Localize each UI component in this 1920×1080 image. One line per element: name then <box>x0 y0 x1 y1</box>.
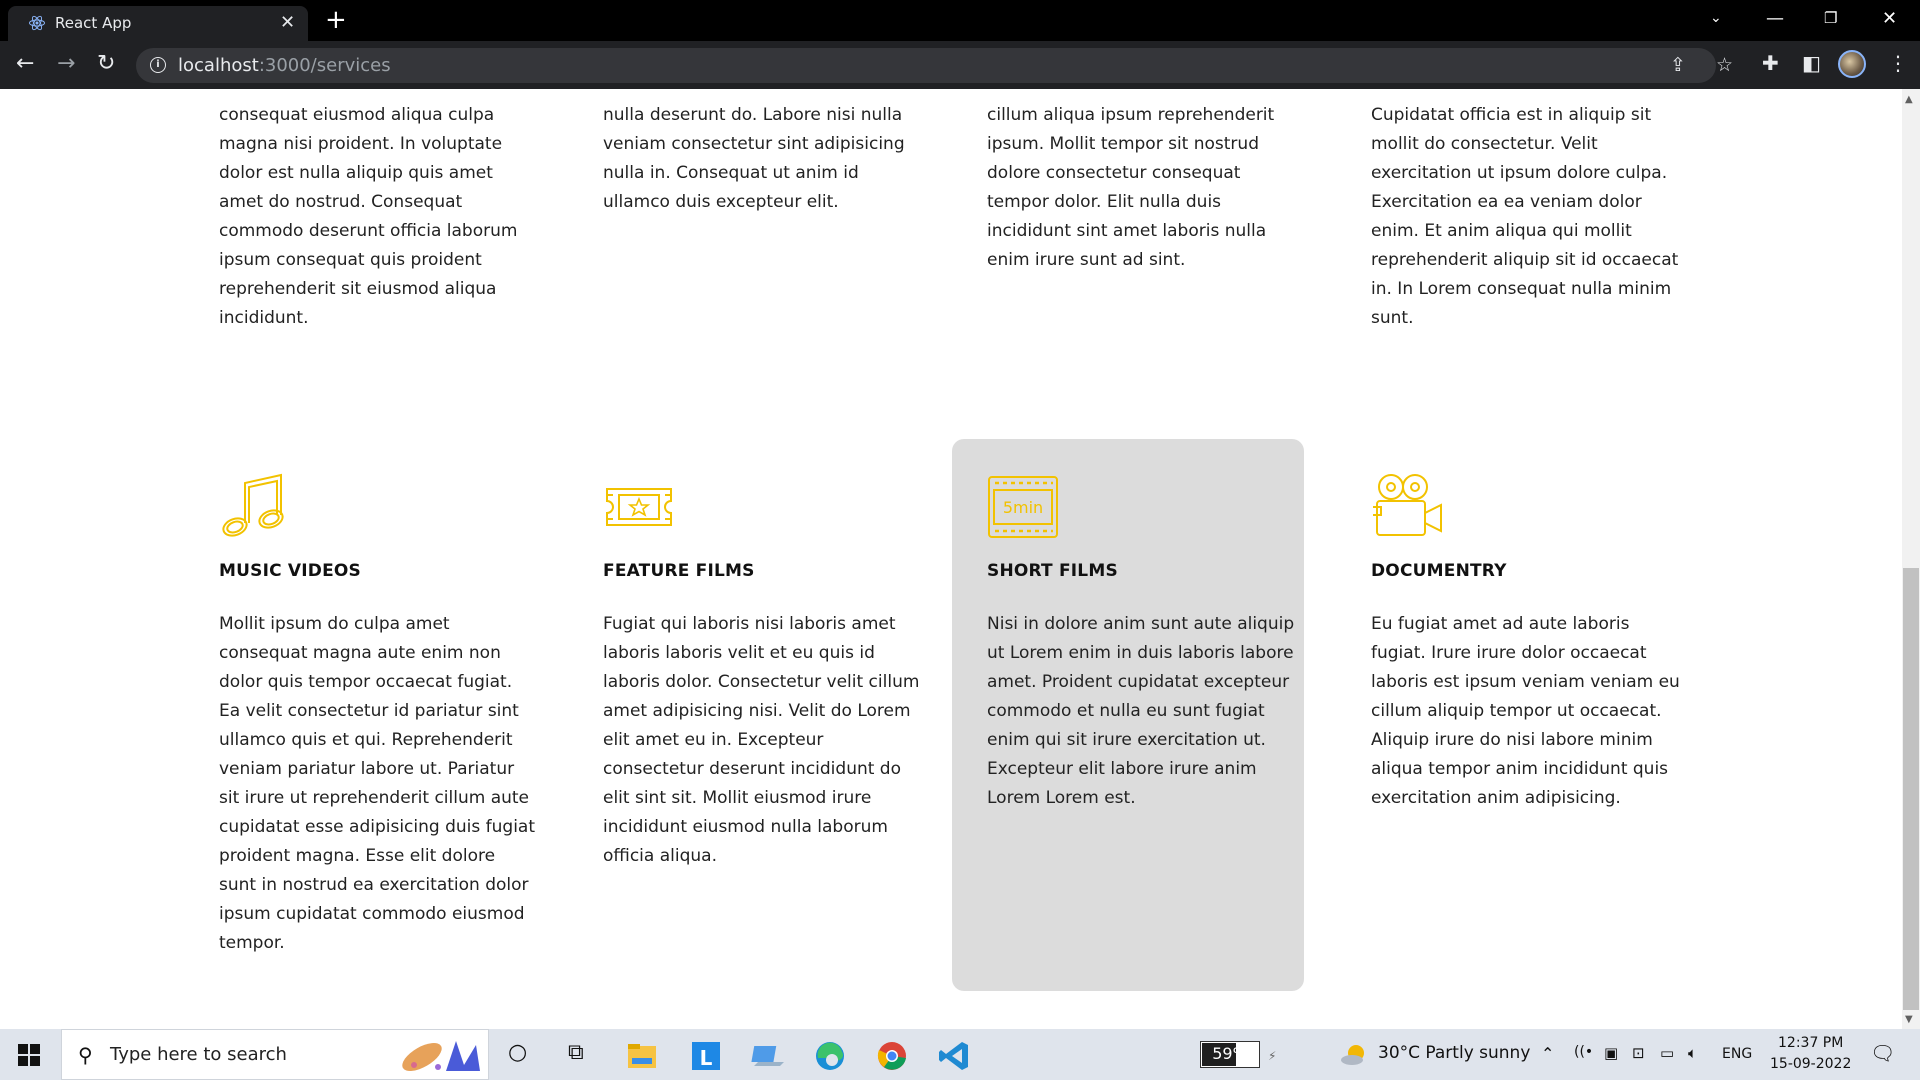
taskbar-search-box[interactable]: ⚲ Type here to search <box>61 1029 489 1080</box>
scrollbar-thumb[interactable] <box>1903 568 1919 1010</box>
scroll-down-icon[interactable]: ▼ <box>1905 1014 1913 1025</box>
site-info-icon[interactable]: i <box>150 57 166 73</box>
weather-text[interactable]: 30°C Partly sunny <box>1378 1043 1530 1063</box>
minimize-icon[interactable]: — <box>1766 8 1784 29</box>
film-strip-icon: 5min <box>988 476 1058 538</box>
bookmark-star-icon[interactable]: ☆ <box>1716 54 1733 76</box>
tab-search-icon[interactable]: ⌄ <box>1710 10 1722 26</box>
windows-taskbar: ⚲ Type here to search ○ ⧉ L 59% ⚡ 30°C P… <box>0 1029 1920 1080</box>
display-icon[interactable]: ⊡ <box>1632 1044 1645 1062</box>
language-indicator[interactable]: ENG <box>1722 1046 1752 1062</box>
service-title: SHORT FILMS <box>987 561 1118 581</box>
top-paragraph-1: consequat eiusmod aliqua culpa magna nis… <box>219 105 518 328</box>
notifications-icon[interactable]: 🗨︎ <box>1870 1041 1895 1065</box>
top-paragraph-3: cillum aliqua ipsum reprehenderit ipsum.… <box>987 105 1275 270</box>
file-explorer-icon[interactable] <box>622 1036 662 1076</box>
tab-title: React App <box>55 14 132 32</box>
reload-icon[interactable]: ↻ <box>97 51 115 77</box>
search-highlight-art-icon <box>402 1041 480 1071</box>
service-card-feature-films[interactable]: FEATURE FILMS Fugiat qui laboris nisi la… <box>568 439 920 991</box>
search-icon: ⚲ <box>78 1043 93 1067</box>
browser-toolbar: ← → ↻ i localhost:3000/services ⇪ ☆ ✚ ◧ … <box>0 41 1920 89</box>
service-card-music-videos[interactable]: MUSIC VIDEOS Mollit ipsum do culpa amet … <box>184 439 536 991</box>
service-description: Fugiat qui laboris nisi laboris amet lab… <box>603 614 920 866</box>
address-bar[interactable]: i localhost:3000/services ⇪ ☆ <box>136 48 1733 83</box>
service-card-documentry[interactable]: DOCUMENTRY Eu fugiat amet ad aute labori… <box>1336 439 1688 991</box>
forward-icon[interactable]: → <box>57 51 75 77</box>
browser-tab-strip: React App ✕ + ⌄ — ❐ ✕ <box>0 0 1920 41</box>
scroll-up-icon[interactable]: ▲ <box>1905 94 1913 105</box>
react-logo-icon <box>29 15 45 31</box>
back-icon[interactable]: ← <box>16 51 34 77</box>
task-view-icon[interactable]: ⧉ <box>568 1040 584 1065</box>
edge-browser-icon[interactable] <box>810 1036 850 1076</box>
top-paragraph-2: nulla deserunt do. Labore nisi nulla ven… <box>603 105 905 212</box>
profile-avatar[interactable] <box>1838 50 1866 78</box>
cortana-icon[interactable]: ○ <box>508 1040 527 1065</box>
battery-percent: 59% <box>1212 1044 1248 1063</box>
partly-sunny-icon[interactable] <box>1340 1041 1368 1069</box>
clock-time: 12:37 PM <box>1778 1035 1844 1051</box>
service-title: FEATURE FILMS <box>603 561 755 581</box>
window-close-icon[interactable]: ✕ <box>1882 8 1897 29</box>
svg-text:L: L <box>700 1046 713 1070</box>
film-strip-label: 5min <box>1003 498 1043 517</box>
l-app-icon[interactable]: L <box>686 1036 726 1076</box>
battery-indicator[interactable]: 59% <box>1200 1041 1260 1068</box>
share-icon[interactable]: ⇪ <box>1670 54 1686 76</box>
search-placeholder: Type here to search <box>110 1044 287 1065</box>
service-card-short-films[interactable]: 5min SHORT FILMS Nisi in dolore anim sun… <box>952 439 1304 991</box>
restore-icon[interactable]: ❐ <box>1824 9 1837 27</box>
network-icon[interactable]: ((• <box>1574 1044 1593 1060</box>
service-description: Mollit ipsum do culpa amet consequat mag… <box>219 614 536 953</box>
movie-camera-icon <box>1373 474 1442 536</box>
ticket-star-icon <box>606 488 672 526</box>
battery-plug-icon: ⚡ <box>1268 1049 1277 1063</box>
menu-icon[interactable]: ⋮ <box>1888 51 1908 75</box>
browser-tab[interactable]: React App ✕ <box>8 6 308 41</box>
top-paragraph-4: Cupidatat officia est in aliquip sit mol… <box>1371 105 1679 328</box>
service-description: Nisi in dolore anim sunt aute aliquip ut… <box>987 614 1295 808</box>
services-page: consequat eiusmod aliqua culpa magna nis… <box>0 89 1902 1029</box>
volume-icon[interactable]: 🔈︎ <box>1688 1044 1697 1062</box>
tab-close-icon[interactable]: ✕ <box>280 12 295 33</box>
vscode-icon[interactable] <box>934 1036 974 1076</box>
battery-tray-icon[interactable]: ▭ <box>1660 1044 1674 1062</box>
service-description: Eu fugiat amet ad aute laboris fugiat. I… <box>1371 614 1680 808</box>
music-note-icon <box>222 473 284 537</box>
url-text[interactable]: localhost:3000/services <box>178 55 391 76</box>
clock-date: 15-09-2022 <box>1770 1056 1852 1072</box>
windows-start-icon[interactable] <box>18 1044 40 1066</box>
new-tab-icon[interactable]: + <box>325 6 347 34</box>
laptop-app-icon[interactable] <box>748 1036 788 1076</box>
system-clock[interactable]: 12:37 PM 15-09-2022 <box>1770 1033 1851 1075</box>
show-hidden-icons-icon[interactable]: ⌃ <box>1541 1044 1554 1063</box>
chrome-browser-icon[interactable] <box>872 1036 912 1076</box>
service-title: DOCUMENTRY <box>1371 561 1507 581</box>
meet-now-icon[interactable]: ▣ <box>1604 1044 1618 1062</box>
side-panel-icon[interactable]: ◧ <box>1802 51 1821 75</box>
extensions-icon[interactable]: ✚ <box>1762 51 1779 75</box>
service-title: MUSIC VIDEOS <box>219 561 361 581</box>
